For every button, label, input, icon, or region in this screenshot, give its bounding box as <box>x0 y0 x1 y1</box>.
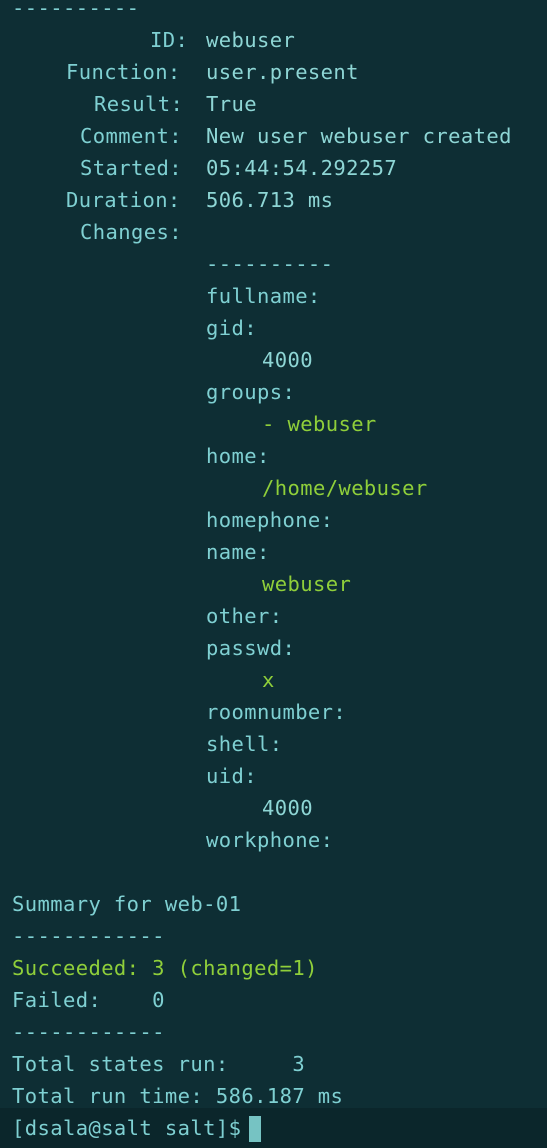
roomnumber-key: roomnumber: <box>206 700 347 724</box>
summary-total-states: Total states run: 3 <box>12 1052 306 1076</box>
started-key: Started: <box>80 156 182 180</box>
id-value: webuser <box>206 28 296 52</box>
summary-title: Summary for web-01 <box>12 892 242 916</box>
other-key: other: <box>206 604 283 628</box>
summary-succeeded: Succeeded: 3 (changed=1) <box>12 956 318 980</box>
result-key: Result: <box>94 92 184 116</box>
shell-key: shell: <box>206 732 283 756</box>
gid-key: gid: <box>206 316 257 340</box>
summary-failed: Failed: 0 <box>12 988 165 1012</box>
workphone-key: workphone: <box>206 828 334 852</box>
duration-key: Duration: <box>66 188 181 212</box>
prompt-bar[interactable]: [dsala@salt salt]$ <box>0 1108 547 1148</box>
home-key: home: <box>206 444 270 468</box>
fullname-key: fullname: <box>206 284 321 308</box>
summary-separator-1: ------------ <box>12 924 165 948</box>
comment-key: Comment: <box>80 124 182 148</box>
name-key: name: <box>206 540 270 564</box>
passwd-key: passwd: <box>206 636 296 660</box>
terminal-window[interactable]: ---------- ID: webuser Function: user.pr… <box>0 0 547 1148</box>
started-value: 05:44:54.292257 <box>206 156 398 180</box>
shell-prompt[interactable]: [dsala@salt salt]$ <box>12 1112 262 1144</box>
passwd-value: x <box>262 668 275 692</box>
uid-value: 4000 <box>262 796 313 820</box>
id-key: ID: <box>150 28 189 52</box>
gid-value: 4000 <box>262 348 313 372</box>
function-value: user.present <box>206 60 359 84</box>
changes-separator: ---------- <box>206 252 334 276</box>
changes-key: Changes: <box>80 220 182 244</box>
duration-value: 506.713 ms <box>206 188 334 212</box>
comment-value: New user webuser created <box>206 124 512 148</box>
groups-key: groups: <box>206 380 296 404</box>
home-value: /home/webuser <box>262 476 428 500</box>
homephone-key: homephone: <box>206 508 334 532</box>
result-value: True <box>206 92 257 116</box>
function-key: Function: <box>66 60 181 84</box>
cursor <box>249 1116 262 1142</box>
separator-top: ---------- <box>12 0 140 20</box>
uid-key: uid: <box>206 764 257 788</box>
groups-value: - webuser <box>262 412 377 436</box>
name-value: webuser <box>262 572 352 596</box>
prompt-text: [dsala@salt salt]$ <box>12 1116 242 1140</box>
summary-separator-2: ------------ <box>12 1020 165 1044</box>
